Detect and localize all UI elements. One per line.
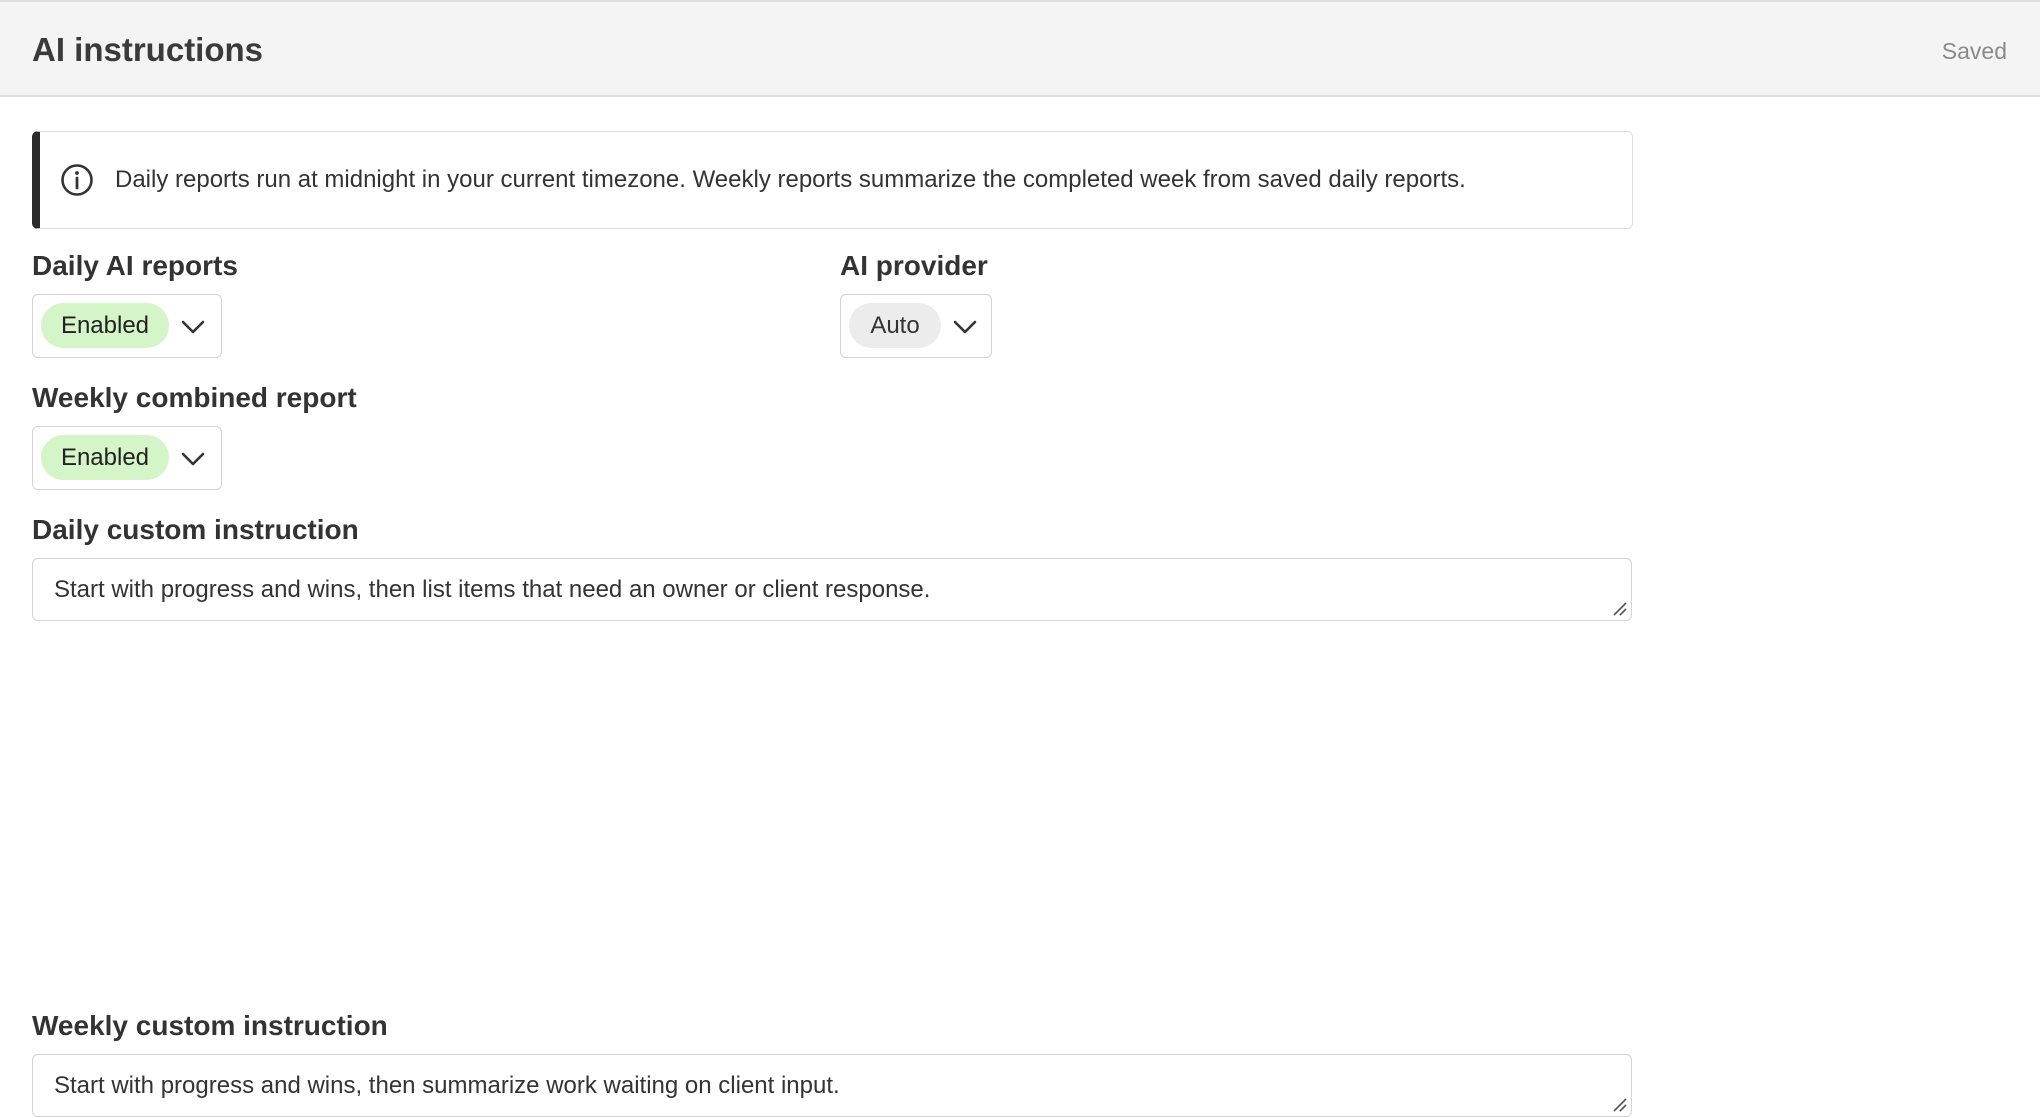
resize-handle-icon[interactable] <box>1611 600 1627 616</box>
daily-reports-label: Daily AI reports <box>32 250 238 281</box>
weekly-report-value: Enabled <box>41 435 169 480</box>
daily-reports-select[interactable]: Enabled <box>32 294 222 358</box>
resize-handle-icon[interactable] <box>1611 1096 1627 1112</box>
save-status: Saved <box>1941 38 2007 64</box>
info-circle-icon <box>61 164 93 196</box>
weekly-instruction-text: Start with progress and wins, then summa… <box>54 1072 840 1099</box>
chevron-down-icon <box>181 452 205 466</box>
weekly-instruction-label: Weekly custom instruction <box>32 1010 388 1041</box>
page-title: AI instructions <box>32 31 264 68</box>
ai-provider-value: Auto <box>849 303 941 348</box>
chevron-down-icon <box>181 320 205 334</box>
ai-provider-label: AI provider <box>840 250 988 281</box>
daily-reports-value: Enabled <box>41 303 169 348</box>
daily-instruction-textarea[interactable]: Start with progress and wins, then list … <box>32 558 1632 621</box>
weekly-instruction-textarea[interactable]: Start with progress and wins, then summa… <box>32 1054 1632 1117</box>
chevron-down-icon <box>953 320 977 334</box>
daily-instruction-label: Daily custom instruction <box>32 514 359 545</box>
ai-provider-select[interactable]: Auto <box>840 294 992 358</box>
weekly-report-label: Weekly combined report <box>32 382 357 413</box>
daily-instruction-text: Start with progress and wins, then list … <box>54 576 931 603</box>
info-banner: Daily reports run at midnight in your cu… <box>32 131 1633 229</box>
info-text: Daily reports run at midnight in your cu… <box>115 166 1466 193</box>
page-header: AI instructions Saved <box>0 0 2040 97</box>
weekly-report-select[interactable]: Enabled <box>32 426 222 490</box>
